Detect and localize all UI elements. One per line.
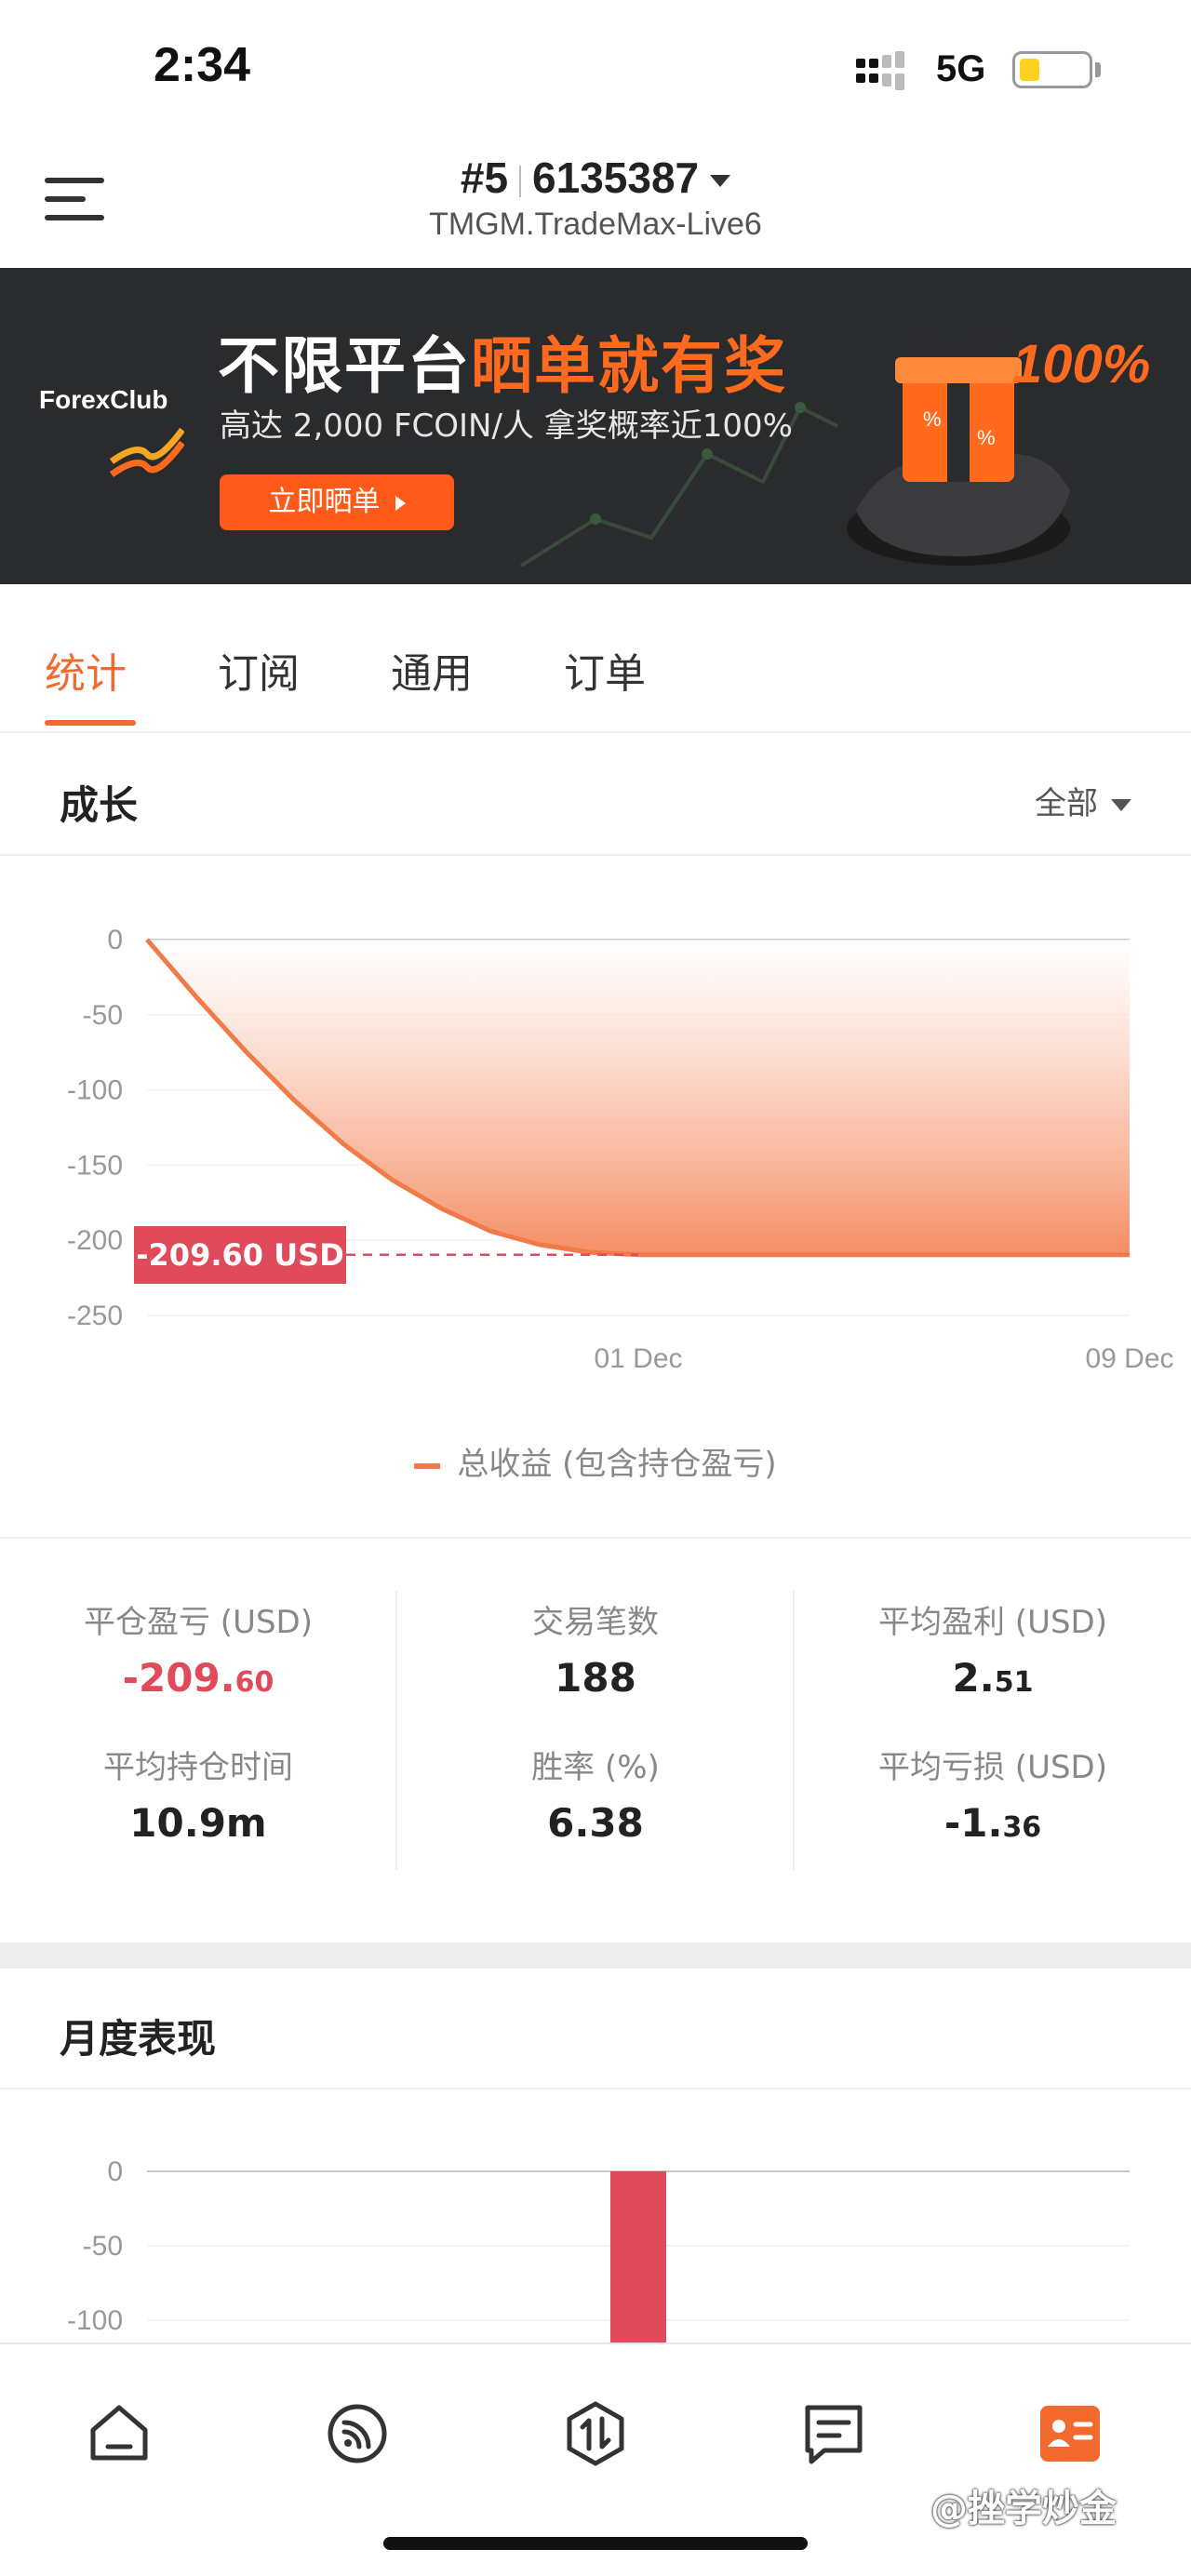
status-bar: 2:34 5G — [0, 0, 1191, 140]
stats-grid: 平仓盈亏 (USD) -209.60 交易笔数 188 平均盈利 (USD) 2… — [0, 1544, 1191, 1898]
share-now-button[interactable]: 立即晒单 — [220, 474, 454, 530]
y-tick-label: -50 — [83, 2231, 123, 2262]
svg-text:%: % — [923, 407, 942, 431]
profile-card-icon — [1040, 2406, 1100, 2462]
network-type: 5G — [936, 48, 986, 89]
range-dropdown[interactable]: 全部 — [1035, 778, 1131, 823]
tab-orders[interactable]: 订单 — [564, 640, 646, 700]
monthly-chart: 0 -50 -100 — [0, 2091, 1191, 2342]
tab-general[interactable]: 通用 — [391, 640, 473, 700]
server-name: TMGM.TradeMax-Live6 — [429, 207, 762, 242]
forexclub-logo-mark — [110, 427, 184, 477]
stat-value: -209.60 — [122, 1655, 274, 1701]
nav-profile[interactable] — [1033, 2396, 1107, 2471]
y-tick-label: -150 — [67, 1150, 123, 1181]
battery-cap — [1095, 62, 1101, 77]
y-tick-label: -100 — [67, 2305, 123, 2336]
feed-icon — [328, 2404, 387, 2463]
stat-label: 胜率 (%) — [531, 1749, 660, 1786]
stat-trade-count: 交易笔数 188 — [397, 1596, 794, 1701]
stat-value: 188 — [555, 1655, 636, 1701]
stat-separator — [395, 1591, 397, 1870]
battery-icon — [1012, 51, 1092, 88]
growth-chart-svg: 0 -50 -100 -150 -200 -250 01 Dec 09 Dec — [67, 925, 1174, 1374]
monthly-chart-svg: 0 -50 -100 — [67, 2156, 1130, 2342]
stat-win-rate: 胜率 (%) 6.38 — [397, 1742, 794, 1846]
app-header: #5 6135387 TMGM.TradeMax-Live6 — [0, 140, 1191, 268]
trade-icon — [567, 2401, 624, 2466]
growth-section-header: 成长 全部 — [0, 735, 1191, 856]
x-tick-label: 09 Dec — [1085, 1343, 1173, 1374]
headline-white: 不限平台 — [218, 330, 471, 402]
watermark: @挫学炒金 — [930, 2488, 1117, 2530]
growth-title: 成长 — [60, 782, 139, 828]
growth-chart: 0 -50 -100 -150 -200 -250 01 Dec 09 Dec -209.6… — [0, 856, 1191, 1526]
home-icon — [90, 2405, 148, 2461]
banner-percent: 100% — [1012, 334, 1151, 394]
divider — [0, 1537, 1191, 1539]
stat-avg-loss: 平均亏损 (USD) -1.36 — [795, 1742, 1191, 1846]
section-gap — [0, 1942, 1191, 1969]
range-label: 全部 — [1035, 785, 1098, 822]
stat-closed-pnl: 平仓盈亏 (USD) -209.60 — [0, 1596, 396, 1701]
y-tick-label: -250 — [67, 1301, 123, 1331]
account-selector[interactable]: #5 6135387 — [0, 153, 1191, 203]
nav-feed[interactable] — [320, 2396, 395, 2471]
tab-bar: 统计 订阅 通用 订单 — [0, 584, 1191, 733]
monthly-section-header: 月度表现 — [0, 1969, 1191, 2089]
stat-label: 平仓盈亏 (USD) — [84, 1604, 313, 1641]
stat-separator — [793, 1591, 795, 1870]
nav-home[interactable] — [82, 2396, 156, 2471]
headline-orange: 晒单就有奖 — [471, 330, 787, 402]
home-indicator — [383, 2537, 808, 2550]
growth-legend: 总收益 (包含持仓盈亏) — [0, 1438, 1191, 1484]
legend-swatch — [414, 1462, 441, 1469]
tab-subscribe[interactable]: 订阅 — [218, 640, 300, 700]
signal-strength-icon — [856, 51, 904, 90]
active-tab-indicator — [45, 720, 136, 726]
account-prefix: #5 — [460, 153, 509, 202]
y-tick-label: -200 — [67, 1225, 123, 1256]
stat-label: 平均亏损 (USD) — [878, 1749, 1107, 1786]
battery-level — [1020, 59, 1039, 81]
caret-down-icon — [1111, 799, 1131, 811]
nav-trade[interactable] — [558, 2396, 633, 2471]
y-tick-label: 0 — [107, 2156, 123, 2187]
banner-subtitle: 高达 2,000 FCOIN/人 拿奖概率近100% — [220, 407, 793, 445]
account-separator — [519, 165, 522, 197]
play-arrow-icon — [395, 495, 406, 511]
y-tick-label: -50 — [83, 1000, 123, 1031]
svg-text:%: % — [977, 426, 996, 449]
forexclub-logo: ForexClub — [39, 385, 168, 414]
stat-value: 6.38 — [547, 1800, 644, 1846]
nav-messages[interactable] — [796, 2396, 871, 2471]
status-time: 2:34 — [154, 38, 251, 92]
stat-value: 2.51 — [952, 1655, 1034, 1701]
stat-label: 交易笔数 — [532, 1604, 659, 1641]
banner-headline: 不限平台晒单就有奖 — [218, 316, 787, 406]
stat-avg-hold-time: 平均持仓时间 10.9m — [0, 1742, 396, 1846]
x-tick-label: 01 Dec — [594, 1343, 682, 1374]
stat-label: 平均盈利 (USD) — [878, 1604, 1107, 1641]
stat-value: 10.9m — [129, 1800, 267, 1846]
stat-label: 平均持仓时间 — [103, 1749, 293, 1786]
tab-statistics[interactable]: 统计 — [45, 640, 127, 700]
stat-avg-profit: 平均盈利 (USD) 2.51 — [795, 1596, 1191, 1701]
share-now-label: 立即晒单 — [268, 486, 381, 518]
stat-value: -1.36 — [943, 1800, 1042, 1846]
monthly-bar — [610, 2171, 666, 2342]
y-tick-label: -100 — [67, 1075, 123, 1106]
y-tick-label: 0 — [107, 925, 123, 955]
caret-down-icon — [710, 175, 731, 188]
account-number: 6135387 — [532, 153, 700, 202]
last-value-label: -209.60 USD — [134, 1226, 346, 1284]
message-icon — [805, 2405, 863, 2464]
monthly-title: 月度表现 — [60, 2016, 217, 2062]
promo-banner[interactable]: ForexClub 不限平台晒单就有奖 高达 2,000 FCOIN/人 拿奖概… — [0, 268, 1191, 584]
legend-label: 总收益 (包含持仓盈亏) — [457, 1446, 777, 1483]
